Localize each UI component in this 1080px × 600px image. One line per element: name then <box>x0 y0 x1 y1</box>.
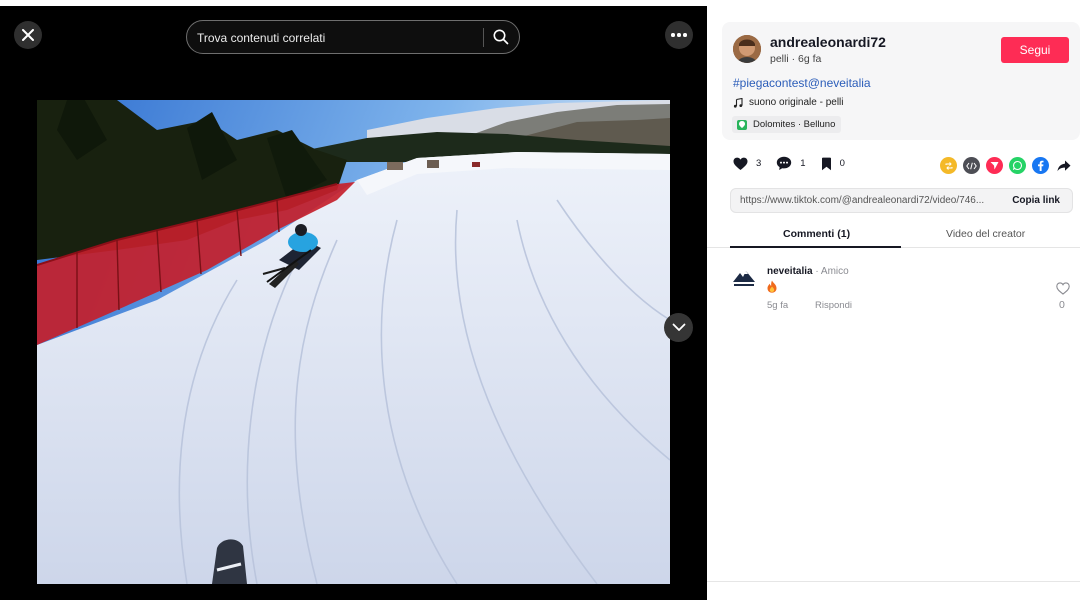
whatsapp-icon[interactable] <box>1009 157 1026 174</box>
share-bar <box>940 157 1078 174</box>
follow-button[interactable]: Segui <box>1001 37 1069 63</box>
comment-like-heart-icon[interactable] <box>1056 282 1070 295</box>
video-player <box>0 6 707 600</box>
avatar[interactable] <box>733 35 761 63</box>
reply-button[interactable]: Rispondi <box>815 300 852 311</box>
tab-comments[interactable]: Commenti (1) <box>783 228 850 240</box>
post-meta: pelli · 6g fa <box>770 53 822 65</box>
more-options-button[interactable] <box>665 21 693 49</box>
commenter-avatar[interactable] <box>731 265 757 291</box>
location-chip[interactable]: Dolomites · Belluno <box>732 116 842 133</box>
search-icon[interactable] <box>492 28 510 46</box>
post-info-card: andrealeonardi72 pelli · 6g fa Segui #pi… <box>722 22 1080 140</box>
comment-input-divider <box>707 581 1080 582</box>
fire-emoji-icon <box>767 280 777 298</box>
search-divider <box>483 28 484 47</box>
copy-link-box: https://www.tiktok.com/@andrealeonardi72… <box>730 188 1073 213</box>
repost-icon[interactable] <box>940 157 957 174</box>
comment-icon <box>777 156 792 170</box>
bookmark-icon <box>821 157 831 170</box>
close-icon <box>22 29 34 41</box>
like-button[interactable]: 3 <box>733 157 761 171</box>
commenter-username: neveitalia <box>767 266 813 277</box>
related-search-bar <box>186 20 520 54</box>
comment-button[interactable]: 1 <box>776 156 806 171</box>
music-note-icon <box>733 97 743 108</box>
embed-icon[interactable] <box>963 157 980 174</box>
close-button[interactable] <box>14 21 42 49</box>
facebook-icon[interactable] <box>1032 157 1049 174</box>
like-count: 3 <box>756 158 762 169</box>
comment-like-count: 0 <box>1059 299 1065 311</box>
comment-time: 5g fa <box>767 300 789 311</box>
direct-message-icon[interactable] <box>986 157 1003 174</box>
location-pin-icon <box>737 119 747 130</box>
neveitalia-logo-icon <box>731 265 757 291</box>
username[interactable]: andrealeonardi72 <box>770 34 886 50</box>
next-video-button[interactable] <box>664 313 693 342</box>
commenter-relation: · Amico <box>812 266 849 277</box>
save-count: 0 <box>839 158 845 169</box>
copy-link-button[interactable]: Copia link <box>1012 195 1060 206</box>
action-bar: 3 1 0 <box>733 156 860 171</box>
user-avatar-image <box>733 35 761 63</box>
commenter-name[interactable]: neveitalia · Amico <box>767 266 849 277</box>
share-arrow-icon[interactable] <box>1055 157 1072 174</box>
heart-icon <box>733 157 748 170</box>
chevron-down-icon <box>672 323 685 331</box>
location-label: Dolomites · Belluno <box>753 119 836 130</box>
hashtag-link[interactable]: #piegacontest@neveitalia <box>733 76 871 90</box>
active-tab-indicator <box>730 246 901 248</box>
save-button[interactable]: 0 <box>821 157 845 171</box>
comment-count: 1 <box>800 158 806 169</box>
search-input[interactable] <box>197 29 477 47</box>
video-link[interactable]: https://www.tiktok.com/@andrealeonardi72… <box>740 195 1002 206</box>
details-panel: andrealeonardi72 pelli · 6g fa Segui #pi… <box>707 0 1080 600</box>
comment-tabs: Commenti (1) Video del creator <box>707 222 1080 248</box>
comment-item: neveitalia · Amico 5g fa Rispondi 0 <box>731 262 1077 322</box>
ski-slope-video-image <box>37 100 670 584</box>
video-frame[interactable] <box>37 100 670 584</box>
tab-creator-videos[interactable]: Video del creator <box>946 228 1025 240</box>
music-label: suono originale - pelli <box>749 97 844 108</box>
music-row[interactable]: suono originale - pelli <box>733 97 844 108</box>
